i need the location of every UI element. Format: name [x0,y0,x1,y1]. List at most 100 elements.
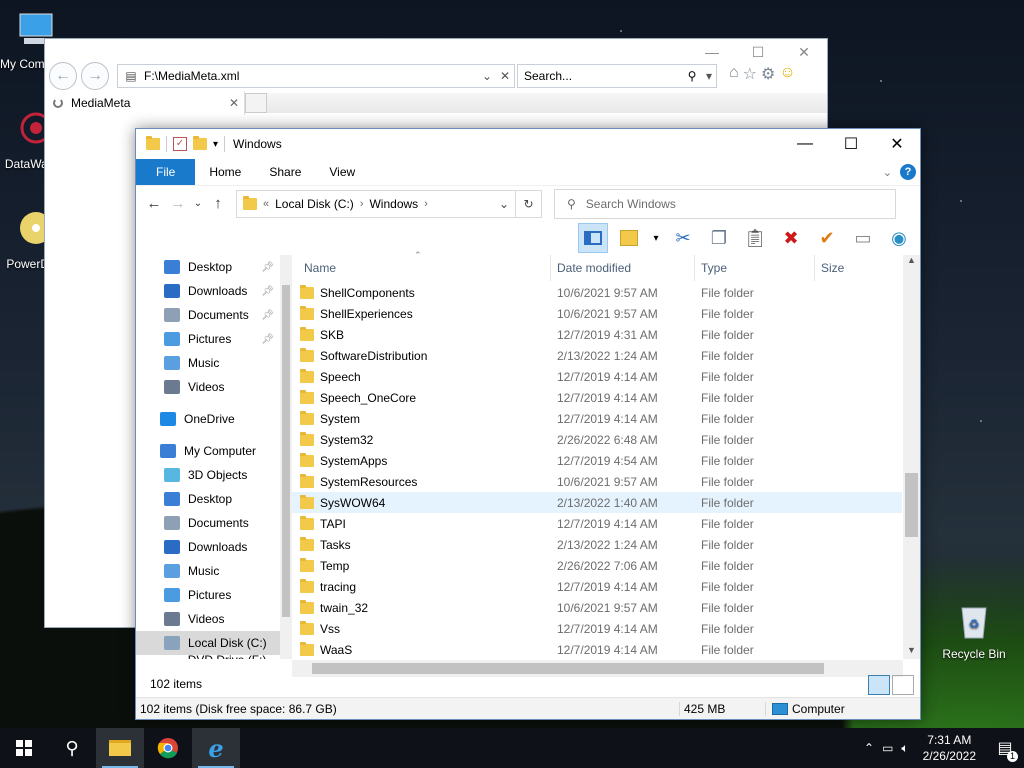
tab-home[interactable]: Home [195,159,255,185]
forward-arrow-icon[interactable]: → [166,195,190,212]
table-row[interactable]: WaaS 12/7/2019 4:14 AM File folder [292,639,902,660]
ie-tab[interactable]: MediaMeta ✕ [45,91,245,115]
table-row[interactable]: tracing 12/7/2019 4:14 AM File folder [292,576,902,597]
cut-icon[interactable]: ✂ [668,223,698,253]
column-date-modified[interactable]: Date modified [551,255,695,281]
sidebar-item[interactable]: Pictures [136,583,280,607]
vertical-scrollbar[interactable]: ▲ ▼ [903,255,920,659]
paste-icon[interactable]: 📋︎ [740,223,770,253]
table-row[interactable]: Tasks 2/13/2022 1:24 AM File folder [292,534,902,555]
new-tab-button[interactable] [245,93,267,113]
table-row[interactable]: System32 2/26/2022 6:48 AM File folder [292,429,902,450]
tab-file[interactable]: File [136,159,196,185]
shell-icon[interactable]: ◉ [884,223,914,253]
close-tab-icon[interactable]: ✕ [224,96,244,110]
nav-scrollbar[interactable] [280,255,292,659]
table-row[interactable]: ShellComponents 10/6/2021 9:57 AM File fol… [292,282,902,303]
sidebar-item[interactable]: Local Disk (C:) [136,631,280,655]
table-row[interactable]: Speech_OneCore 12/7/2019 4:14 AM File fold… [292,387,902,408]
sidebar-item[interactable]: Documents [136,511,280,535]
close-icon[interactable]: ✕ [874,129,920,159]
rename-check-icon[interactable]: ✔ [812,223,842,253]
details-view-icon[interactable] [868,675,890,695]
table-row[interactable]: twain_32 10/6/2021 9:57 AM File folder [292,597,902,618]
search-icon[interactable]: ⚲ [48,728,96,768]
search-dropdown-icon[interactable]: ▾ [702,69,716,83]
sidebar-item[interactable]: Videos [136,375,280,399]
table-row[interactable]: SystemApps 12/7/2019 4:54 AM File folder [292,450,902,471]
preview-pane-icon[interactable] [578,223,608,253]
sidebar-item[interactable]: My Computer [136,439,280,463]
tab-share[interactable]: Share [255,159,315,185]
sidebar-item[interactable]: Documents 📌︎ [136,303,280,327]
chevron-up-icon[interactable]: ⌃ [864,741,874,755]
notification-center-icon[interactable]: ▤ 1 [990,738,1020,762]
table-row[interactable]: SystemResources 10/6/2021 9:57 AM File fol… [292,471,902,492]
sidebar-item[interactable]: Downloads 📌︎ [136,279,280,303]
layout-icon[interactable] [614,223,644,253]
sidebar-item[interactable]: Videos [136,607,280,631]
column-type[interactable]: Type [695,255,815,281]
sidebar-item[interactable]: OneDrive [136,407,280,431]
expand-ribbon-icon[interactable]: ⌄ [883,166,892,179]
file-explorer-taskbar-icon[interactable] [96,728,144,768]
breadcrumb[interactable]: « Local Disk (C:) › Windows › ⌄ [236,189,516,218]
desktop-icon-recycle-bin[interactable]: ♻ Recycle Bin [938,600,1010,661]
forward-icon[interactable]: → [81,62,109,90]
scroll-down-icon[interactable]: ▼ [903,645,920,659]
properties-icon[interactable]: ✓ [173,137,187,151]
ie-search-box[interactable]: Search... ⚲ ▾ [517,64,717,88]
chrome-icon[interactable] [144,728,192,768]
breadcrumb-windows[interactable]: Windows [369,197,418,211]
settings-gear-icon[interactable]: ⚙ [761,64,775,84]
column-name[interactable]: Name ⌃ [292,250,551,281]
sidebar-item[interactable]: Desktop 📌︎ [136,255,280,279]
sidebar-item[interactable]: Pictures 📌︎ [136,327,280,351]
internet-explorer-icon[interactable]: e [192,728,240,768]
back-arrow-icon[interactable]: ← [142,195,166,212]
table-row[interactable]: SoftwareDistribution 2/13/2022 1:24 AM Fil… [292,345,902,366]
search-icon[interactable]: ⚲ [682,69,702,83]
start-windows-icon[interactable] [0,728,48,768]
help-icon[interactable]: ? [900,164,916,180]
sidebar-item[interactable]: Desktop [136,487,280,511]
table-row[interactable]: Vss 12/7/2019 4:14 AM File folder [292,618,902,639]
new-folder-icon[interactable] [193,136,207,150]
breadcrumb-local-disk[interactable]: Local Disk (C:) [275,197,354,211]
maximize-icon[interactable]: ☐ [828,129,874,159]
breadcrumb-overflow[interactable]: « [263,198,269,210]
volume-icon[interactable]: 🔈︎ [901,741,908,756]
table-row[interactable]: Temp 2/26/2022 7:06 AM File folder [292,555,902,576]
hscroll-thumb[interactable] [312,663,824,674]
back-icon[interactable]: ← [49,62,77,90]
up-arrow-icon[interactable]: ↑ [206,195,230,212]
sidebar-item[interactable]: Downloads [136,535,280,559]
search-input[interactable]: ⚲ Search Windows [554,188,896,219]
recent-locations-icon[interactable]: ⌄ [190,198,206,209]
copy-icon[interactable]: ❐ [704,223,734,253]
tab-view[interactable]: View [315,159,369,185]
clock[interactable]: 7:31 AM 2/26/2022 [917,732,982,764]
scroll-thumb[interactable] [905,473,918,537]
table-row[interactable]: Speech 12/7/2019 4:14 AM File folder [292,366,902,387]
dropdown-icon[interactable]: ⌄ [478,69,496,83]
table-row[interactable]: ShellExperiences 10/6/2021 9:57 AM File fo… [292,303,902,324]
horizontal-scrollbar[interactable] [292,660,903,677]
column-size[interactable]: Size [815,255,895,281]
stop-icon[interactable]: ✕ [496,69,514,83]
delete-icon[interactable]: ✖ [776,223,806,253]
sidebar-item[interactable]: DVD Drive (F:) D\ [136,653,280,659]
network-icon[interactable]: ▭ [882,741,893,755]
properties-card-icon[interactable]: ▭ [848,223,878,253]
table-row[interactable]: SKB 12/7/2019 4:31 AM File folder [292,324,902,345]
customize-dropdown-icon[interactable]: ▾ [213,139,218,150]
sidebar-item[interactable]: 3D Objects [136,463,280,487]
layout-dropdown-icon[interactable]: ▾ [650,223,662,253]
nav-scroll-thumb[interactable] [282,285,290,617]
scroll-up-icon[interactable]: ▲ [903,255,920,269]
favorites-star-icon[interactable]: ☆ [743,64,757,84]
table-row[interactable]: System 12/7/2019 4:14 AM File folder [292,408,902,429]
chevron-right-icon[interactable]: › [424,198,428,210]
table-row[interactable]: TAPI 12/7/2019 4:14 AM File folder [292,513,902,534]
smiley-feedback-icon[interactable]: ☺ [779,64,795,84]
